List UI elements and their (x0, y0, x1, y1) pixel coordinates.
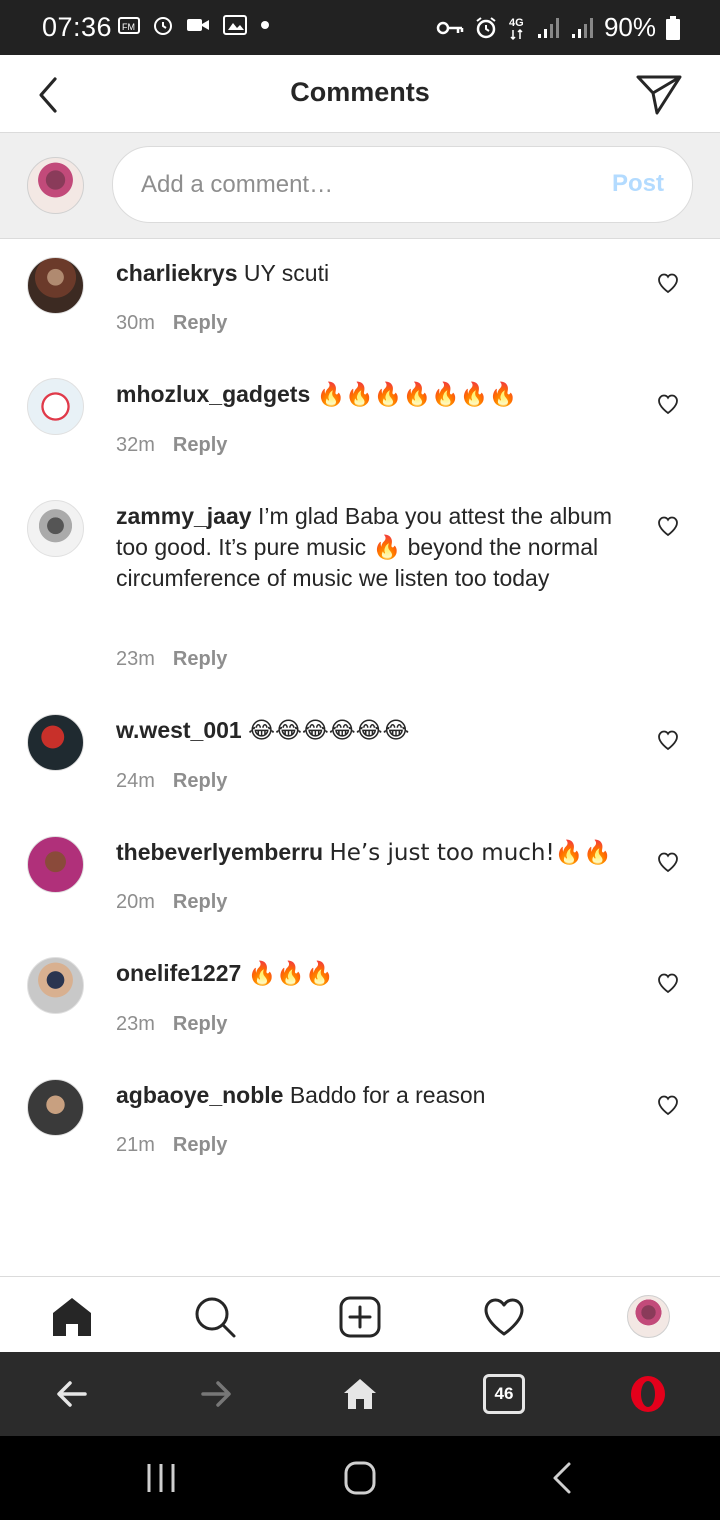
heart-icon[interactable] (656, 1093, 680, 1117)
comment-username[interactable]: w.west_001 (116, 717, 242, 743)
status-right-icons: 4G 90% (436, 12, 680, 43)
comment-meta: 23m Reply (116, 1013, 227, 1036)
app-header: Comments (0, 55, 720, 133)
home-icon[interactable] (50, 1295, 94, 1339)
comment-username[interactable]: zammy_jaay (116, 503, 252, 529)
comment-time: 32m (116, 434, 155, 456)
reply-button[interactable]: Reply (173, 312, 227, 334)
comment-meta: 20m Reply (116, 891, 227, 914)
avatar[interactable] (27, 500, 84, 557)
status-bar: 07:36 FM 4G 90% (0, 0, 720, 55)
page-title: Comments (290, 77, 430, 107)
opera-menu-icon[interactable] (628, 1374, 668, 1414)
comment-body: 🔥🔥🔥🔥🔥🔥🔥 (316, 382, 518, 408)
battery-percent: 90% (603, 12, 656, 42)
reply-button[interactable]: Reply (173, 648, 227, 670)
heart-icon[interactable] (656, 392, 680, 416)
gallery-icon (223, 15, 247, 35)
comment-body: Baddo for a reason (289, 1082, 486, 1108)
browser-bar: 46 (0, 1352, 720, 1436)
comment-time: 23m (116, 648, 155, 670)
system-back-icon[interactable] (543, 1460, 583, 1496)
video-camera-icon (187, 19, 209, 31)
post-button[interactable]: Post (612, 170, 664, 198)
signal-icon (537, 17, 559, 38)
reply-button[interactable]: Reply (173, 891, 227, 913)
comment-meta: 30m Reply (116, 312, 227, 335)
system-nav-bar (0, 1436, 720, 1520)
alarm-icon (154, 17, 172, 35)
fm-radio-icon: FM (118, 17, 140, 34)
comment-body: 🔥🔥🔥 (247, 961, 334, 987)
avatar[interactable] (27, 257, 84, 314)
comment-time: 21m (116, 1134, 155, 1156)
profile-avatar[interactable] (627, 1295, 670, 1338)
svg-text:FM: FM (122, 22, 135, 32)
search-icon[interactable] (193, 1295, 237, 1339)
reply-button[interactable]: Reply (173, 1013, 227, 1035)
comment-meta: 21m Reply (116, 1134, 227, 1157)
comment-meta: 23m Reply (116, 648, 227, 671)
comment-text: onelife1227 🔥🔥🔥 (116, 958, 626, 990)
recent-apps-icon[interactable] (141, 1460, 181, 1496)
reply-button[interactable]: Reply (173, 1134, 227, 1156)
heart-icon[interactable] (656, 971, 680, 995)
comment-text: zammy_jaay I’m glad Baba you attest the … (116, 501, 626, 594)
comment-meta: 24m Reply (116, 770, 227, 793)
comment-meta: 32m Reply (116, 434, 227, 457)
svg-text:4G: 4G (509, 17, 524, 29)
heart-icon[interactable] (656, 271, 680, 295)
activity-heart-icon[interactable] (482, 1295, 526, 1339)
system-home-icon[interactable] (340, 1460, 380, 1496)
comment-composer: Post (0, 133, 720, 239)
comment-text: agbaoye_noble Baddo for a reason (116, 1080, 626, 1111)
comment-input[interactable] (141, 147, 581, 222)
paper-plane-icon[interactable] (632, 69, 684, 121)
comment-body: UY scuti (243, 260, 330, 286)
avatar[interactable] (27, 957, 84, 1014)
browser-home-icon[interactable] (340, 1374, 380, 1414)
alarm-icon (476, 16, 496, 38)
comment-text: charliekrys UY scuti (116, 258, 626, 289)
dot-icon (261, 21, 269, 29)
heart-icon[interactable] (656, 850, 680, 874)
comment-username[interactable]: charliekrys (116, 260, 237, 286)
avatar[interactable] (27, 1079, 84, 1136)
comment-username[interactable]: thebeverlyemberru (116, 839, 323, 865)
comment-time: 20m (116, 891, 155, 913)
comment-text: thebeverlyemberru He’s just too much!🔥🔥 (116, 837, 626, 869)
4g-icon: 4G (509, 17, 524, 40)
bottom-tab-bar (0, 1276, 720, 1352)
comment-username[interactable]: agbaoye_noble (116, 1082, 283, 1108)
key-icon (436, 21, 464, 34)
heart-icon[interactable] (656, 728, 680, 752)
signal-icon (571, 17, 593, 38)
avatar[interactable] (27, 378, 84, 435)
arrow-back-icon[interactable] (52, 1374, 92, 1414)
comment-text: w.west_001 😂😂😂😂😂😂 (116, 715, 626, 747)
avatar (27, 157, 84, 214)
comment-time: 30m (116, 312, 155, 334)
comment-input-box: Post (112, 146, 693, 223)
status-time: 07:36 (42, 12, 113, 42)
comment-body: He’s just too much!🔥🔥 (329, 840, 612, 866)
comment-time: 24m (116, 770, 155, 792)
comment-username[interactable]: onelife1227 (116, 960, 241, 986)
comment-time: 23m (116, 1013, 155, 1035)
comment-username[interactable]: mhozlux_gadgets (116, 381, 310, 407)
battery-icon (666, 15, 680, 40)
comment-text: mhozlux_gadgets 🔥🔥🔥🔥🔥🔥🔥 (116, 379, 626, 411)
arrow-forward-icon[interactable] (196, 1374, 236, 1414)
status-left-icons: FM (118, 14, 270, 36)
tab-count-button[interactable]: 46 (483, 1374, 525, 1414)
comment-body: 😂😂😂😂😂😂 (248, 718, 410, 744)
avatar[interactable] (27, 836, 84, 893)
avatar[interactable] (27, 714, 84, 771)
heart-icon[interactable] (656, 514, 680, 538)
new-post-icon[interactable] (338, 1295, 382, 1339)
reply-button[interactable]: Reply (173, 434, 227, 456)
reply-button[interactable]: Reply (173, 770, 227, 792)
